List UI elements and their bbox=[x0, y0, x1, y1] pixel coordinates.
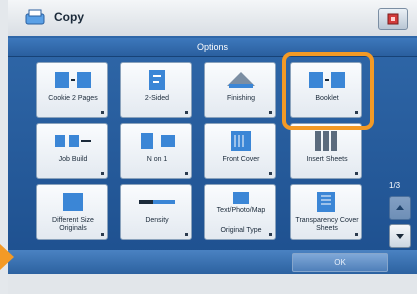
tile-corner-marker bbox=[101, 111, 104, 114]
tile-label: Density bbox=[145, 217, 169, 224]
tile-label: Different Size Originals bbox=[52, 217, 94, 232]
chevron-down-icon bbox=[396, 234, 404, 239]
tile-label: Transparency Cover Sheets bbox=[295, 217, 359, 232]
option-transparency-cover-sheets[interactable]: Transparency Cover Sheets bbox=[290, 184, 362, 240]
tile-corner-marker bbox=[355, 172, 358, 175]
option-copy-2pages[interactable]: Cookie 2 Pages bbox=[36, 62, 108, 118]
option-finishing[interactable]: Finishing bbox=[204, 62, 276, 118]
tile-corner-marker bbox=[185, 111, 188, 114]
transparency-cover-icon bbox=[317, 192, 335, 212]
tile-label: 2-Sided bbox=[144, 95, 170, 102]
tile-corner-marker bbox=[269, 172, 272, 175]
tile-label: Finishing bbox=[226, 95, 255, 102]
copy-2pages-icon bbox=[55, 72, 91, 88]
copy-screen: Copy Options Cookie 2 Pages 2-Sided Fini… bbox=[8, 0, 417, 294]
insert-sheets-icon bbox=[315, 131, 337, 151]
option-front-cover[interactable]: Front Cover bbox=[204, 123, 276, 179]
tile-label: Cookie 2 Pages bbox=[48, 95, 98, 102]
callout-arrow bbox=[0, 244, 14, 270]
different-size-originals-icon bbox=[63, 193, 83, 211]
tile-corner-marker bbox=[269, 233, 272, 236]
option-two-sided[interactable]: 2-Sided bbox=[120, 62, 192, 118]
front-cover-icon bbox=[231, 131, 251, 151]
n-on-1-icon bbox=[141, 133, 175, 149]
tile-label: Original Type bbox=[220, 227, 262, 234]
option-n-on-1[interactable]: N on 1 bbox=[120, 123, 192, 179]
scroll-up-button[interactable] bbox=[389, 196, 411, 220]
copy-app-icon bbox=[25, 9, 45, 25]
density-icon bbox=[139, 200, 175, 204]
option-different-size-originals[interactable]: Different Size Originals bbox=[36, 184, 108, 240]
tile-corner-marker bbox=[101, 172, 104, 175]
two-sided-icon bbox=[149, 70, 165, 90]
system-monitor-button[interactable] bbox=[378, 8, 408, 30]
option-insert-sheets[interactable]: Insert Sheets bbox=[290, 123, 362, 179]
option-density[interactable]: Density bbox=[120, 184, 192, 240]
scroll-down-button[interactable] bbox=[389, 224, 411, 248]
job-build-icon bbox=[55, 135, 91, 147]
status-strip bbox=[8, 274, 417, 294]
tile-label: Job Build bbox=[58, 156, 88, 163]
tile-corner-marker bbox=[185, 172, 188, 175]
booklet-highlight-callout bbox=[282, 52, 374, 130]
ok-button[interactable]: OK bbox=[292, 253, 388, 272]
title-bar: Copy bbox=[8, 0, 417, 37]
option-original-type[interactable]: Text/Photo/Map Original Type bbox=[204, 184, 276, 240]
tile-label: Insert Sheets bbox=[306, 156, 348, 163]
page-indicator: 1/3 bbox=[389, 181, 401, 190]
finishing-icon bbox=[227, 72, 255, 88]
option-job-build[interactable]: Job Build bbox=[36, 123, 108, 179]
tile-corner-marker bbox=[269, 111, 272, 114]
tile-corner-marker bbox=[185, 233, 188, 236]
tile-corner-marker bbox=[355, 233, 358, 236]
monitor-icon bbox=[387, 13, 399, 25]
tile-label: N on 1 bbox=[146, 156, 168, 163]
tile-label: Front Cover bbox=[222, 156, 260, 163]
original-type-sublabel: Text/Photo/Map bbox=[216, 207, 266, 214]
app-title: Copy bbox=[54, 10, 84, 24]
chevron-up-icon bbox=[396, 205, 404, 210]
tile-corner-marker bbox=[101, 233, 104, 236]
